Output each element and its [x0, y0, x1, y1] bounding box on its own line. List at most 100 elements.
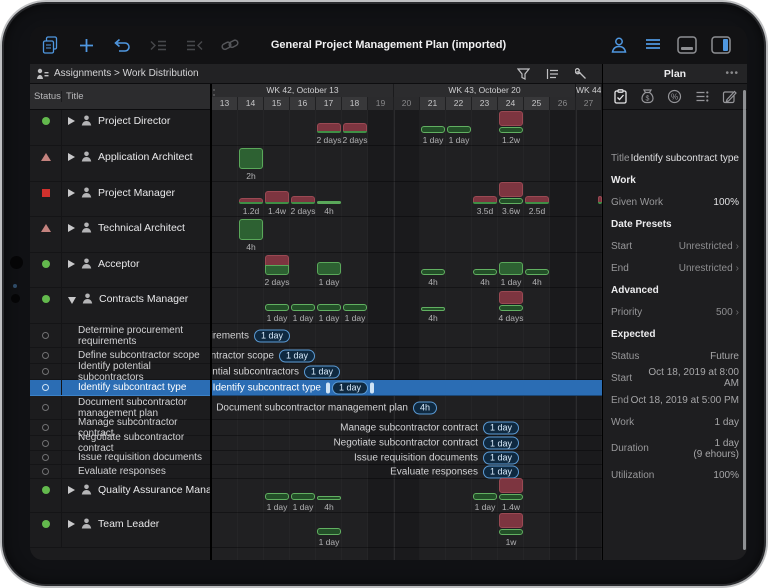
filter-icon[interactable] — [517, 68, 530, 80]
timeline-task-row[interactable]: Evaluate responses1 day — [212, 465, 602, 479]
task-row[interactable]: Identify potential subcontractors — [30, 364, 210, 380]
field-value[interactable]: Unrestricted — [679, 241, 733, 252]
duration-pill[interactable]: 1 day — [483, 465, 519, 478]
workload-bar[interactable] — [473, 493, 497, 500]
resources-icon[interactable] — [609, 35, 629, 55]
workload-bar[interactable] — [291, 304, 315, 311]
disclosure-collapsed-icon[interactable] — [68, 260, 75, 268]
resource-row[interactable]: Technical Architect — [30, 217, 210, 253]
timeline-resource-row[interactable]: 1 day1w — [212, 513, 602, 548]
workload-bar[interactable] — [317, 496, 341, 500]
disclosure-collapsed-icon[interactable] — [68, 153, 75, 161]
disclosure-collapsed-icon[interactable] — [68, 520, 75, 528]
disclosure-collapsed-icon[interactable] — [68, 189, 75, 197]
duration-pill[interactable]: 1 day — [279, 349, 315, 362]
field-value[interactable]: 500 — [716, 307, 733, 318]
workload-bar[interactable] — [499, 182, 523, 204]
timeline-resource-row[interactable]: 2 days2 days1 day1 day1.2w — [212, 110, 602, 146]
workload-bar[interactable] — [343, 304, 367, 311]
percent-icon[interactable]: % — [667, 89, 682, 104]
workload-bar[interactable] — [421, 307, 445, 311]
timeline-resource-row[interactable]: 2h — [212, 146, 602, 182]
notes-icon[interactable] — [546, 68, 559, 80]
resource-row[interactable]: Application Architect — [30, 146, 210, 182]
field-value[interactable]: Unrestricted — [679, 263, 733, 274]
timeline-task-row[interactable]: Identify subcontract type1 day — [212, 380, 602, 396]
timeline-task-row[interactable]: Negotiate subcontractor contract1 day — [212, 436, 602, 451]
workload-bar[interactable] — [473, 196, 497, 204]
drag-handle-left[interactable] — [326, 382, 330, 393]
list-icon[interactable] — [695, 89, 710, 104]
timeline-resource-row[interactable]: 1.2d1.4w2 days4h3.5d3.6w2.5d — [212, 182, 602, 217]
duration-pill[interactable]: 1 day — [254, 329, 290, 342]
day-header-cell[interactable]: 22 — [446, 97, 472, 110]
documents-icon[interactable] — [40, 35, 60, 55]
day-header-cell[interactable]: 26 — [550, 97, 576, 110]
outdent-icon[interactable] — [184, 35, 204, 55]
indent-icon[interactable] — [148, 35, 168, 55]
disclosure-collapsed-icon[interactable] — [68, 486, 75, 494]
duration-pill[interactable]: 1 day — [483, 451, 519, 464]
workload-bar[interactable] — [317, 304, 341, 311]
day-header-cell[interactable]: 14 — [238, 97, 264, 110]
duration-pill[interactable]: 1 day — [304, 365, 340, 378]
workload-bar[interactable] — [525, 196, 549, 204]
day-header-cell[interactable]: 24 — [498, 97, 524, 110]
selected-task-pill[interactable]: 1 day — [326, 381, 374, 394]
resource-row[interactable]: Project Manager — [30, 182, 210, 217]
workload-bar[interactable] — [317, 528, 341, 535]
task-row[interactable]: Identify subcontract type — [30, 380, 210, 396]
workload-bar[interactable] — [499, 291, 523, 311]
timeline-resource-row[interactable]: 1 day1 day4h1 day1.4w — [212, 479, 602, 513]
workload-bar[interactable] — [265, 255, 289, 275]
workload-bar[interactable] — [421, 126, 445, 133]
day-header-cell[interactable]: 18 — [342, 97, 368, 110]
day-header-cell[interactable]: 25 — [524, 97, 550, 110]
workload-bar[interactable] — [499, 513, 523, 535]
timeline-resource-row[interactable]: 1 day1 day1 day1 day4h4 days — [212, 288, 602, 324]
disclosure-collapsed-icon[interactable] — [68, 117, 75, 125]
inspector-field[interactable]: EndUnrestricted› — [611, 257, 739, 279]
edit-icon[interactable] — [722, 89, 737, 104]
resource-row[interactable]: Contracts Manager — [30, 288, 210, 324]
workload-bar[interactable] — [239, 148, 263, 169]
workload-bar[interactable] — [421, 269, 445, 275]
workload-bar[interactable] — [317, 201, 341, 204]
view-options-icon[interactable] — [643, 35, 663, 55]
timeline-task-row[interactable]: Manage subcontractor contract1 day — [212, 420, 602, 436]
workload-bar[interactable] — [499, 111, 523, 133]
layout-right-icon[interactable] — [711, 35, 731, 55]
workload-bar[interactable] — [265, 304, 289, 311]
task-row[interactable]: Issue requisition documents — [30, 451, 210, 465]
workload-bar[interactable] — [317, 262, 341, 275]
link-icon[interactable] — [220, 35, 240, 55]
day-header-cell[interactable]: 27 — [576, 97, 602, 110]
day-header-cell[interactable]: 13 — [212, 97, 238, 110]
workload-bar[interactable] — [291, 196, 315, 204]
workload-bar[interactable] — [499, 262, 523, 275]
workload-bar[interactable] — [447, 126, 471, 133]
day-header-cell[interactable]: 17 — [316, 97, 342, 110]
workload-bar[interactable] — [291, 493, 315, 500]
inspector-menu-button[interactable]: ••• — [725, 64, 739, 83]
day-header-cell[interactable]: 19 — [368, 97, 394, 110]
timeline-resource-row[interactable]: 2 days1 day4h4h1 day4h — [212, 253, 602, 288]
day-header-cell[interactable]: 23 — [472, 97, 498, 110]
drag-handle-right[interactable] — [370, 382, 374, 393]
resource-row[interactable]: Team Leader — [30, 513, 210, 548]
undo-icon[interactable] — [112, 35, 132, 55]
wrench-icon[interactable] — [575, 68, 588, 80]
workload-bar[interactable] — [525, 269, 549, 275]
workload-bar[interactable] — [343, 123, 367, 133]
duration-pill[interactable]: 4h — [413, 401, 437, 414]
money-icon[interactable]: $ — [640, 89, 655, 104]
disclosure-expanded-icon[interactable] — [68, 297, 76, 304]
duration-pill[interactable]: 1 day — [332, 381, 368, 394]
duration-pill[interactable]: 1 day — [483, 437, 519, 450]
timeline-task-row[interactable]: Issue requisition documents1 day — [212, 451, 602, 465]
resource-row[interactable]: Quality Assurance Manager — [30, 479, 210, 513]
workload-bar[interactable] — [265, 493, 289, 500]
task-row[interactable]: Negotiate subcontractor contract — [30, 436, 210, 451]
timeline-task-row[interactable]: Identify potential subcontractors1 day — [212, 364, 602, 380]
duration-pill[interactable]: 1 day — [483, 421, 519, 434]
